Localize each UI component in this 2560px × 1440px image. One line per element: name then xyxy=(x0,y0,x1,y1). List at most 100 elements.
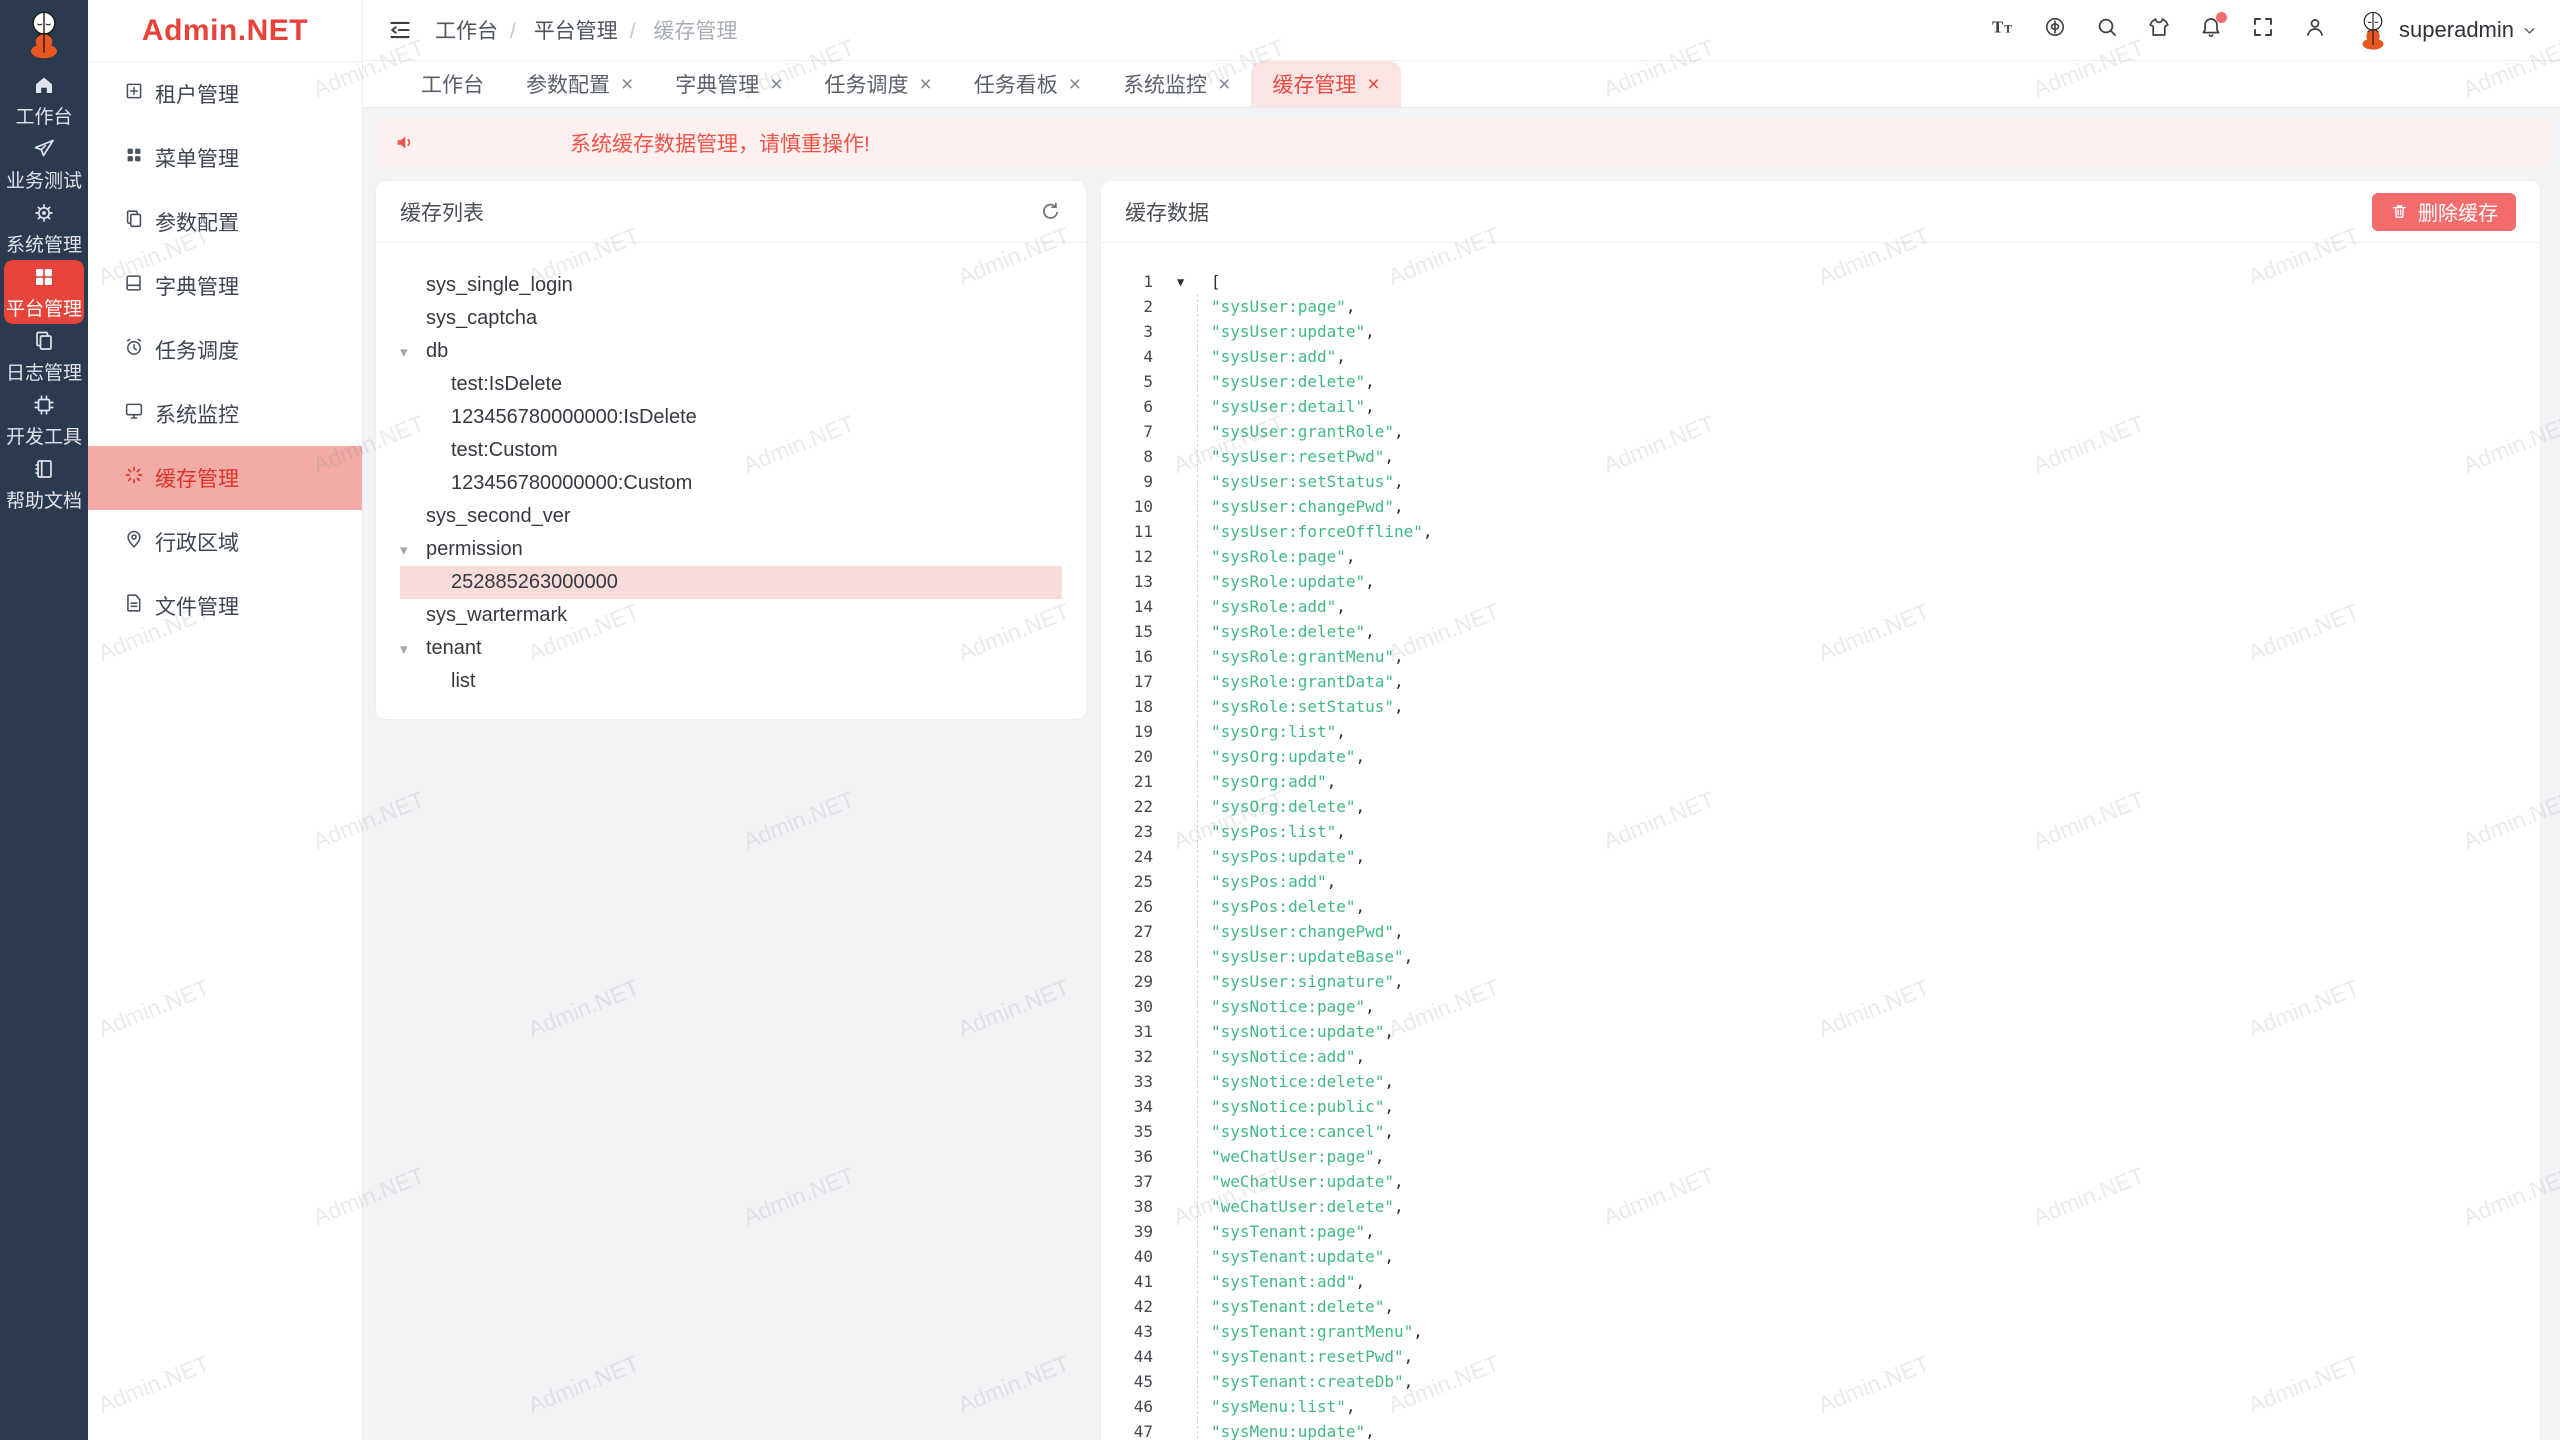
app-logo[interactable] xyxy=(24,8,64,64)
tree-node[interactable]: ▾ 252885263000000 xyxy=(400,566,1062,599)
collapse-caret-icon[interactable]: ▼ xyxy=(1177,275,1184,289)
json-string: "sysRole:grantData" xyxy=(1211,672,1394,691)
tab[interactable]: 工作台 × xyxy=(400,61,505,107)
line-number: 20 xyxy=(1101,747,1153,766)
json-line: 23 ▼ "sysPos:list", xyxy=(1101,819,2540,844)
json-line: 46 ▼ "sysMenu:list", xyxy=(1101,1394,2540,1419)
close-icon[interactable]: × xyxy=(770,74,782,95)
tab[interactable]: 系统监控 × xyxy=(1102,61,1251,107)
user-avatar[interactable] xyxy=(2357,9,2389,51)
fullscreen-button[interactable] xyxy=(2251,15,2275,45)
tree-node-label[interactable]: sys_single_login xyxy=(426,274,573,297)
tree-node-label[interactable]: sys_captcha xyxy=(426,307,537,330)
sidebar-item[interactable]: 文件管理 xyxy=(88,574,362,638)
username-label[interactable]: superadmin xyxy=(2399,17,2514,43)
tree-node[interactable]: ▾ 123456780000000:Custom xyxy=(400,467,1062,500)
rail-item[interactable]: 业务测试 xyxy=(4,132,84,196)
line-number: 18 xyxy=(1101,697,1153,716)
close-icon[interactable]: × xyxy=(621,74,633,95)
json-string: "sysRole:setStatus" xyxy=(1211,697,1394,716)
breadcrumb-item[interactable]: / 平台管理 xyxy=(498,15,618,45)
tab[interactable]: 字典管理 × xyxy=(654,61,803,107)
tab[interactable]: 缓存管理 × xyxy=(1251,61,1400,107)
tree-node-label[interactable]: 252885263000000 xyxy=(451,571,618,594)
refresh-button[interactable] xyxy=(1039,200,1062,223)
json-string: "sysOrg:update" xyxy=(1211,747,1356,766)
close-icon[interactable]: × xyxy=(1218,74,1230,95)
json-line: 47 ▼ "sysMenu:update", xyxy=(1101,1419,2540,1440)
tree-node[interactable]: ▾ sys_second_ver xyxy=(400,500,1062,533)
close-icon[interactable]: × xyxy=(1069,74,1081,95)
tree-caret-icon[interactable]: ▾ xyxy=(400,343,408,361)
tree-node-label[interactable]: list xyxy=(451,670,475,693)
tree-node[interactable]: ▾ sys_single_login xyxy=(400,269,1062,302)
rail-item[interactable]: 系统管理 xyxy=(4,196,84,260)
breadcrumb-item[interactable]: 工作台 xyxy=(435,15,498,45)
json-line: 5 ▼ "sysUser:delete", xyxy=(1101,369,2540,394)
rail-item[interactable]: 日志管理 xyxy=(4,324,84,388)
line-number: 23 xyxy=(1101,822,1153,841)
json-line: 24 ▼ "sysPos:update", xyxy=(1101,844,2540,869)
tree-caret-icon[interactable]: ▾ xyxy=(400,541,408,559)
theme-button[interactable] xyxy=(2147,15,2171,45)
tree-node-label[interactable]: test:Custom xyxy=(451,439,558,462)
tree-node-label[interactable]: test:IsDelete xyxy=(451,373,562,396)
tree-node[interactable]: ▾ 123456780000000:IsDelete xyxy=(400,401,1062,434)
sidebar-item[interactable]: 任务调度 xyxy=(88,318,362,382)
rail-item[interactable]: 平台管理 xyxy=(4,260,84,324)
tab-bar: 工作台 × 参数配置 × 字典管理 × 任务调度 × 任务看板 × xyxy=(363,61,2560,108)
chevron-down-icon[interactable] xyxy=(2521,22,2538,39)
sidebar-item[interactable]: 行政区域 xyxy=(88,510,362,574)
sidebar-item[interactable]: 参数配置 xyxy=(88,190,362,254)
tree-node[interactable]: ▾ sys_wartermark xyxy=(400,599,1062,632)
tab[interactable]: 任务调度 × xyxy=(804,61,953,107)
language-button[interactable] xyxy=(2043,15,2067,45)
tree-node[interactable]: ▾ tenant xyxy=(400,632,1062,665)
sidebar-item[interactable]: 系统监控 xyxy=(88,382,362,446)
json-string: "sysUser:changePwd" xyxy=(1211,497,1394,516)
tree-node-label[interactable]: 123456780000000:IsDelete xyxy=(451,406,697,429)
json-string: "sysRole:delete" xyxy=(1211,622,1365,641)
tree-caret-icon[interactable]: ▾ xyxy=(400,640,408,658)
close-icon[interactable]: × xyxy=(920,74,932,95)
font-size-button[interactable] xyxy=(1991,15,2015,45)
json-line: 45 ▼ "sysTenant:createDb", xyxy=(1101,1369,2540,1394)
tree-node[interactable]: ▾ permission xyxy=(400,533,1062,566)
json-line: 18 ▼ "sysRole:setStatus", xyxy=(1101,694,2540,719)
tree-node[interactable]: ▾ sys_captcha xyxy=(400,302,1062,335)
line-number: 29 xyxy=(1101,972,1153,991)
rail-item[interactable]: 帮助文档 xyxy=(4,452,84,516)
notification-bell-button[interactable] xyxy=(2199,15,2223,45)
sidebar-item[interactable]: 租户管理 xyxy=(88,62,362,126)
tree-node[interactable]: ▾ list xyxy=(400,665,1062,698)
line-number: 10 xyxy=(1101,497,1153,516)
tree-node[interactable]: ▾ test:IsDelete xyxy=(400,368,1062,401)
tree-node-label[interactable]: sys_second_ver xyxy=(426,505,571,528)
sidebar-item[interactable]: 菜单管理 xyxy=(88,126,362,190)
close-icon[interactable]: × xyxy=(1367,74,1379,95)
tree-node-label[interactable]: db xyxy=(426,340,448,363)
sidebar-item[interactable]: 字典管理 xyxy=(88,254,362,318)
collapse-sidebar-button[interactable] xyxy=(387,17,413,43)
tree-node-label[interactable]: sys_wartermark xyxy=(426,604,567,627)
search-button[interactable] xyxy=(2095,15,2119,45)
brand-wordmark[interactable]: Admin.NET xyxy=(88,0,362,62)
tree-node-label[interactable]: tenant xyxy=(426,637,482,660)
json-line: 27 ▼ "sysUser:changePwd", xyxy=(1101,919,2540,944)
rail-item[interactable]: 工作台 xyxy=(4,68,84,132)
profile-button[interactable] xyxy=(2303,15,2327,45)
tree-node[interactable]: ▾ test:Custom xyxy=(400,434,1062,467)
json-line: 31 ▼ "sysNotice:update", xyxy=(1101,1019,2540,1044)
tab[interactable]: 参数配置 × xyxy=(505,61,654,107)
delete-cache-button[interactable]: 删除缓存 xyxy=(2372,193,2516,231)
breadcrumb-item[interactable]: / 缓存管理 xyxy=(618,15,738,45)
json-line: 10 ▼ "sysUser:changePwd", xyxy=(1101,494,2540,519)
tree-node-label[interactable]: permission xyxy=(426,538,523,561)
tree-node-label[interactable]: 123456780000000:Custom xyxy=(451,472,692,495)
sidebar-item[interactable]: 缓存管理 xyxy=(88,446,362,510)
line-number: 6 xyxy=(1101,397,1153,416)
tree-node[interactable]: ▾ db xyxy=(400,335,1062,368)
json-string: "sysOrg:delete" xyxy=(1211,797,1356,816)
rail-item[interactable]: 开发工具 xyxy=(4,388,84,452)
tab[interactable]: 任务看板 × xyxy=(953,61,1102,107)
